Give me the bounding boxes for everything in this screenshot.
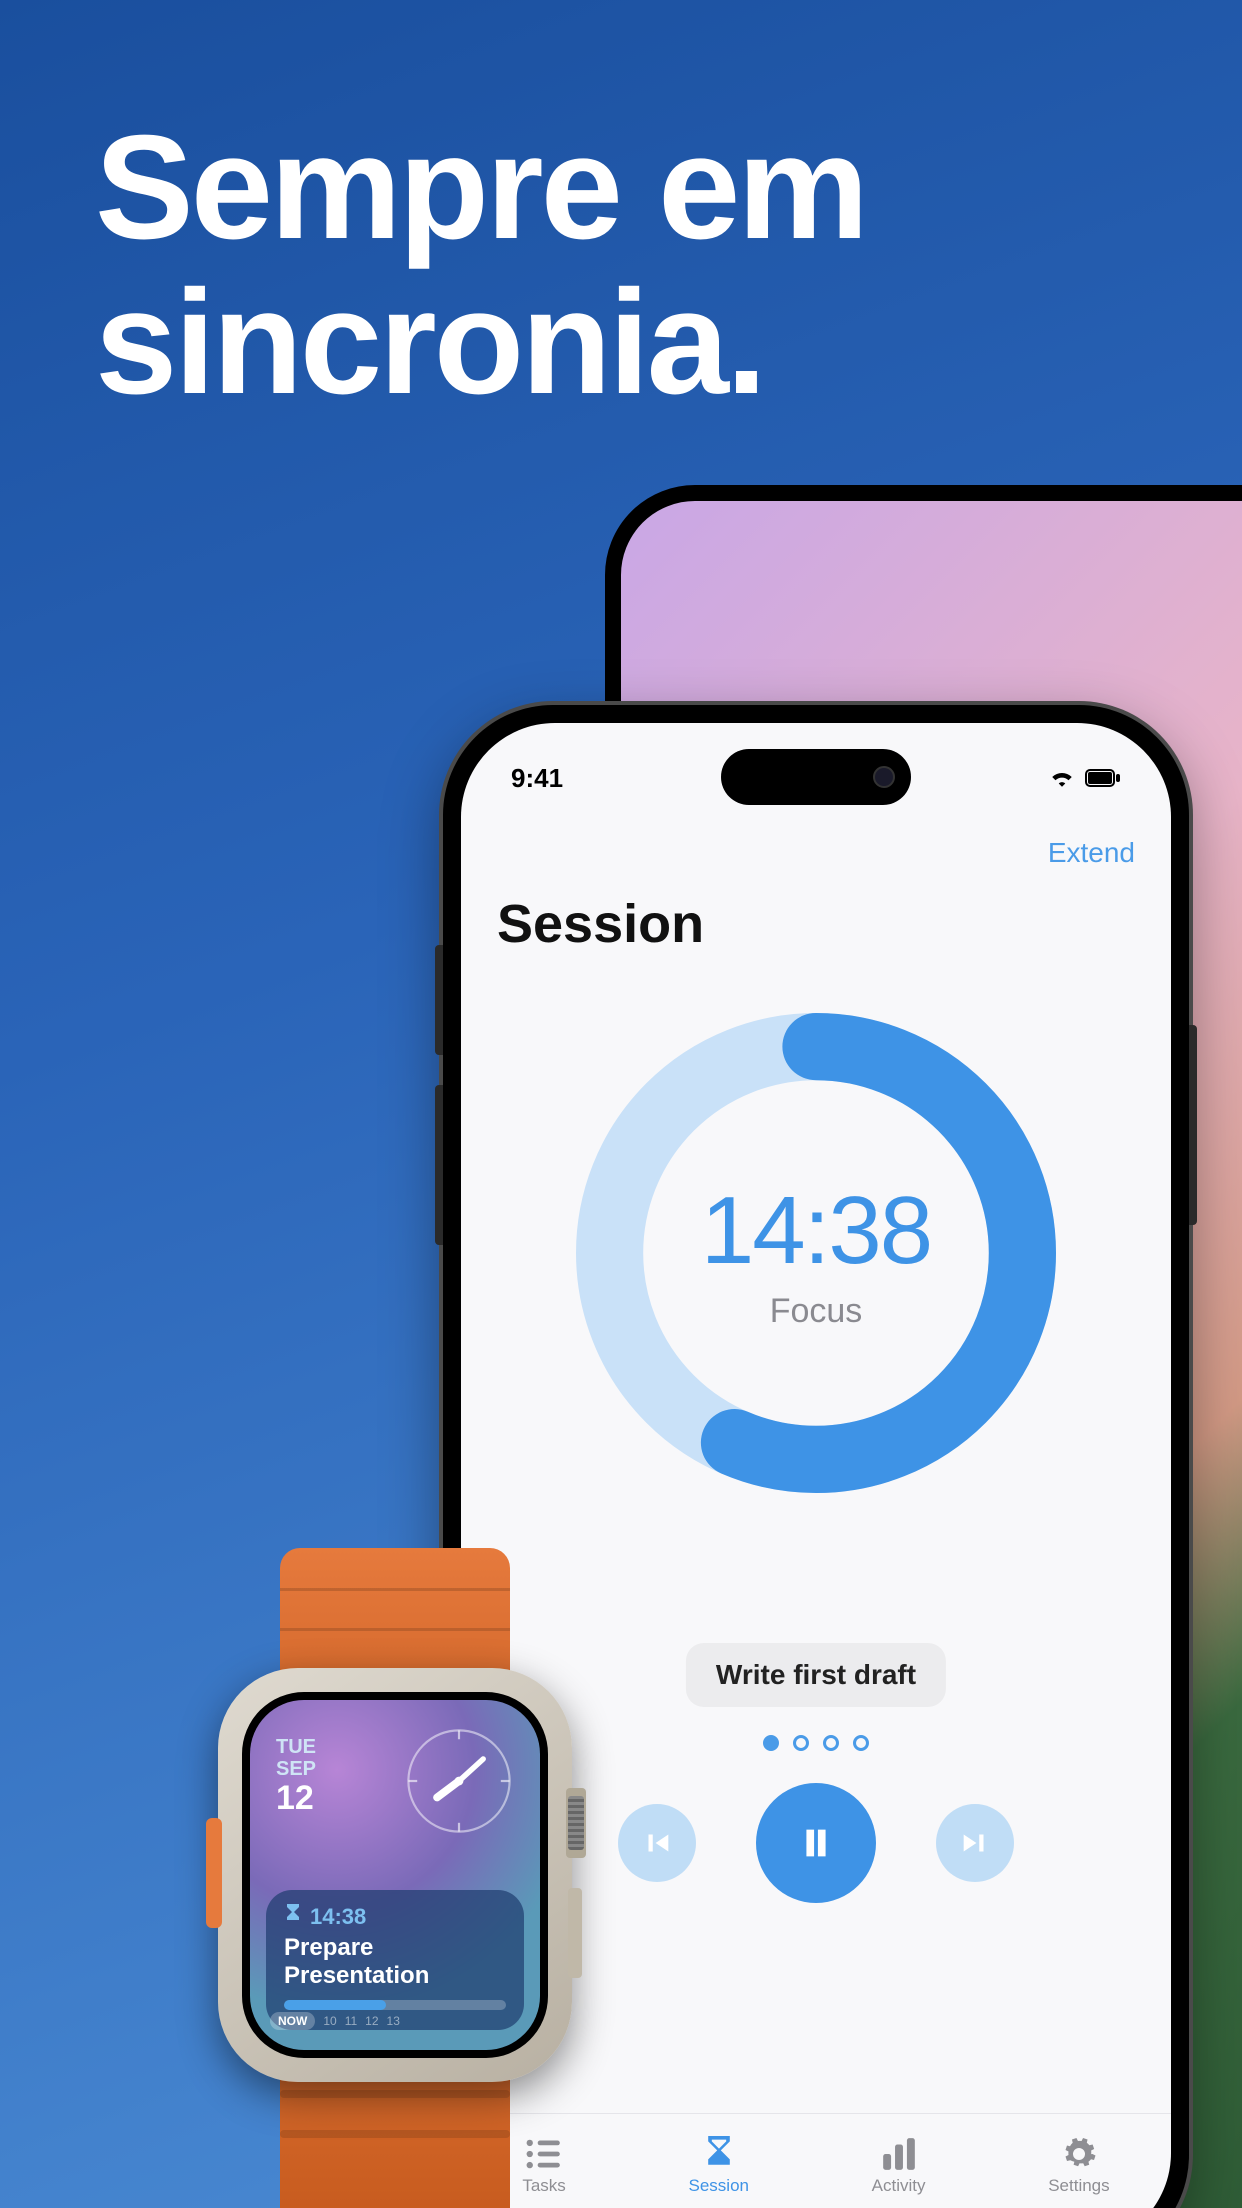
headline-text: Sempre em sincronia.: [95, 105, 866, 425]
page-dot[interactable]: [853, 1735, 869, 1751]
tab-settings[interactable]: Settings: [1048, 2136, 1109, 2196]
hourglass-icon: [698, 2136, 740, 2172]
hour-tick: 13: [387, 2014, 400, 2028]
analog-clock-icon[interactable]: [404, 1726, 514, 1836]
tab-label: Activity: [872, 2176, 926, 2196]
gear-icon: [1058, 2136, 1100, 2172]
watch-date-number: 12: [276, 1780, 316, 1817]
battery-icon: [1085, 763, 1121, 794]
status-bar: 9:41: [461, 753, 1171, 803]
watch-face[interactable]: TUE SEP 12: [250, 1700, 540, 2050]
tab-session[interactable]: Session: [689, 2136, 749, 2196]
page-dot[interactable]: [793, 1735, 809, 1751]
extend-label: Extend: [1048, 837, 1135, 868]
hour-tick: 11: [345, 2014, 357, 2028]
page-dot[interactable]: [823, 1735, 839, 1751]
tab-label: Settings: [1048, 2176, 1109, 2196]
watch-band-top: [280, 1548, 510, 1688]
promo-canvas: Sempre em sincronia. 9:41 Extend Sessi: [0, 0, 1242, 2208]
wifi-icon: [1049, 763, 1075, 794]
phone-mute-switch: [435, 945, 443, 1055]
phone-power-button: [1189, 1025, 1197, 1225]
watch-date-complication[interactable]: TUE SEP 12: [276, 1736, 316, 1817]
timer-mode-label: Focus: [770, 1292, 863, 1331]
hour-tick: 12: [365, 2014, 378, 2028]
headline: Sempre em sincronia.: [95, 110, 866, 421]
extend-button[interactable]: Extend: [1048, 837, 1135, 869]
watch-day: TUE: [276, 1736, 316, 1758]
current-task-chip[interactable]: Write first draft: [686, 1643, 946, 1707]
watch-timeline[interactable]: NOW 10 11 12 13: [270, 2006, 520, 2036]
previous-button[interactable]: [618, 1804, 696, 1882]
watch-screen: TUE SEP 12: [242, 1692, 548, 2058]
watch-side-button[interactable]: [568, 1888, 582, 1978]
page-indicator[interactable]: [763, 1735, 869, 1751]
task-chip-label: Write first draft: [716, 1659, 916, 1690]
digital-crown[interactable]: [566, 1788, 586, 1858]
watch-month: SEP: [276, 1758, 316, 1780]
timer-ring[interactable]: 14:38 Focus: [576, 1013, 1056, 1493]
tab-label: Tasks: [522, 2176, 565, 2196]
watch-frame: TUE SEP 12: [218, 1668, 572, 2082]
tab-label: Session: [689, 2176, 749, 2196]
tab-tasks[interactable]: Tasks: [522, 2136, 565, 2196]
page-dot[interactable]: [763, 1735, 779, 1751]
list-icon: [523, 2136, 565, 2172]
hourglass-icon: [284, 1904, 302, 1930]
now-badge: NOW: [270, 2012, 315, 2030]
status-time: 9:41: [511, 763, 563, 794]
action-button[interactable]: [206, 1818, 222, 1928]
page-title: Session: [497, 893, 704, 955]
tab-activity[interactable]: Activity: [872, 2136, 926, 2196]
widget-time: 14:38: [310, 1904, 366, 1930]
phone-volume-button: [435, 1085, 443, 1245]
tab-bar: Tasks Session Activity: [461, 2113, 1171, 2208]
pause-button[interactable]: [756, 1783, 876, 1903]
widget-task-name: Prepare Presentation: [284, 1934, 506, 1990]
hour-tick: 10: [323, 2014, 336, 2028]
timer-value: 14:38: [701, 1176, 931, 1286]
bar-chart-icon: [878, 2136, 920, 2172]
next-button[interactable]: [936, 1804, 1014, 1882]
